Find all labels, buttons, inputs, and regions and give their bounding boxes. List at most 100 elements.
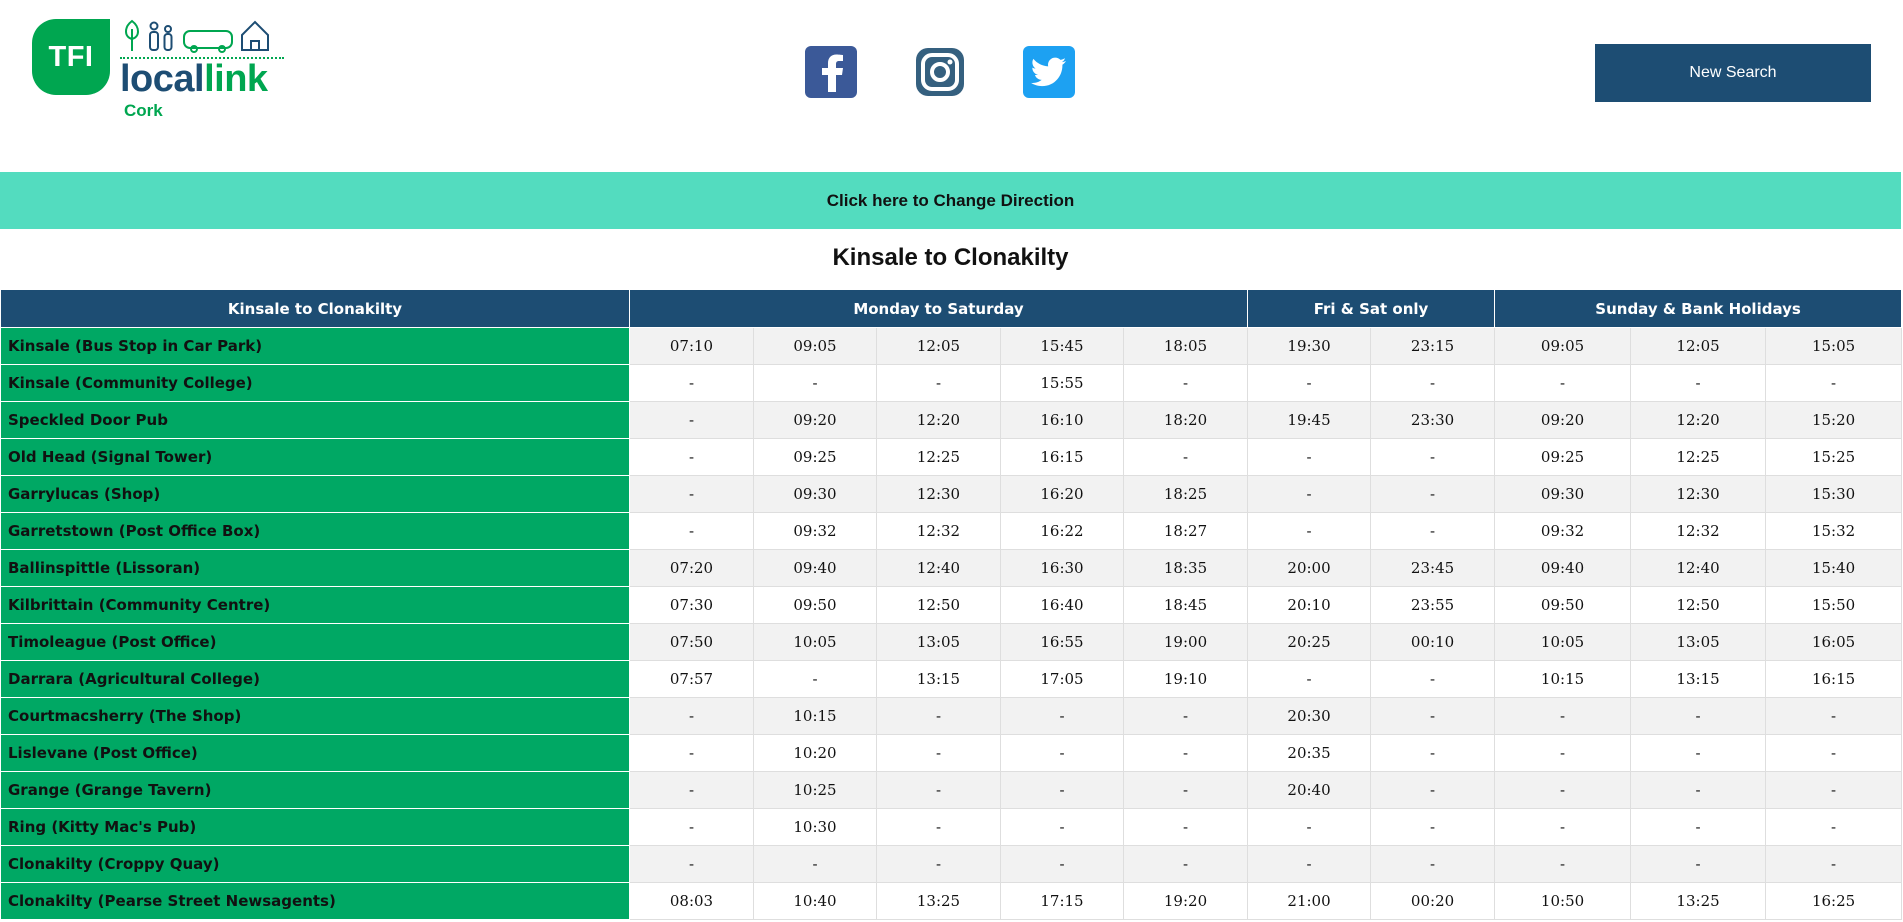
- departure-time: 12:20: [1630, 401, 1767, 439]
- route-title: Kinsale to Clonakilty: [832, 244, 1069, 271]
- stop-name: Speckled Door Pub: [0, 401, 630, 439]
- departure-time: -: [1370, 438, 1496, 476]
- departure-time: 16:05: [1765, 623, 1903, 661]
- departure-time: -: [876, 845, 1001, 883]
- departure-time: -: [753, 364, 877, 402]
- departure-time: 09:05: [753, 327, 877, 365]
- departure-time: -: [1494, 845, 1632, 883]
- departure-time: -: [1765, 734, 1903, 772]
- table-row: Kinsale (Community College) - - -15:55- - - - -…: [0, 364, 1903, 402]
- departure-time: 18:25: [1122, 475, 1249, 513]
- stop-name: Lislevane (Post Office): [0, 734, 630, 772]
- stop-name: Darrara (Agricultural College): [0, 660, 630, 698]
- departure-time: -: [629, 845, 754, 883]
- header-fri-sat-only: Fri & Sat only: [1247, 289, 1496, 328]
- departure-time: 07:20: [629, 549, 754, 587]
- departure-time: 10:25: [753, 771, 877, 809]
- departure-time: -: [1494, 808, 1632, 846]
- instagram-link[interactable]: [914, 46, 966, 98]
- departure-time: -: [1247, 438, 1372, 476]
- departure-time: 23:55: [1370, 586, 1496, 624]
- departure-time: -: [1494, 364, 1632, 402]
- departure-time: 20:35: [1247, 734, 1372, 772]
- departure-time: -: [1765, 845, 1903, 883]
- departure-time: 18:35: [1122, 549, 1249, 587]
- departure-time: -: [876, 364, 1001, 402]
- departure-time: 12:40: [1630, 549, 1767, 587]
- departure-time: 19:45: [1247, 401, 1372, 439]
- departure-time: 10:05: [753, 623, 877, 661]
- departure-time: -: [629, 364, 754, 402]
- table-row: Ballinspittle (Lissoran) 07:20 09:40 12:40 1…: [0, 549, 1903, 587]
- stop-name: Garrylucas (Shop): [0, 475, 630, 513]
- departure-time: 15:20: [1765, 401, 1903, 439]
- departure-time: -: [629, 808, 754, 846]
- departure-time: -: [629, 438, 754, 476]
- table-row: Timoleague (Post Office) 07:50 10:05 13:05 1…: [0, 623, 1903, 661]
- departure-time: 10:15: [753, 697, 877, 735]
- departure-time: 15:45: [1000, 327, 1124, 365]
- facebook-link[interactable]: [805, 46, 857, 98]
- departure-time: -: [876, 808, 1001, 846]
- departure-time: -: [1494, 734, 1632, 772]
- departure-time: 12:32: [876, 512, 1001, 550]
- departure-time: -: [1000, 808, 1124, 846]
- departure-time: 17:15: [1000, 882, 1124, 920]
- table-row: Kilbrittain (Community Centre) 07:30 09:50…: [0, 586, 1903, 624]
- departure-time: -: [1122, 438, 1249, 476]
- departure-time: 19:10: [1122, 660, 1249, 698]
- departure-time: 20:10: [1247, 586, 1372, 624]
- departure-time: -: [1765, 808, 1903, 846]
- departure-time: 16:10: [1000, 401, 1124, 439]
- departure-time: -: [753, 845, 877, 883]
- departure-time: -: [629, 512, 754, 550]
- new-search-button[interactable]: New Search: [1595, 44, 1871, 102]
- departure-time: -: [1765, 364, 1903, 402]
- stop-name: Courtmacsherry (The Shop): [0, 697, 630, 735]
- departure-time: -: [1370, 697, 1496, 735]
- departure-time: -: [1122, 771, 1249, 809]
- departure-time: 13:25: [876, 882, 1001, 920]
- departure-time: 12:30: [876, 475, 1001, 513]
- departure-time: 23:45: [1370, 549, 1496, 587]
- table-row: Grange (Grange Tavern) -10:25- - -20:40- - - -: [0, 771, 1903, 809]
- departure-time: -: [1122, 734, 1249, 772]
- change-direction-button[interactable]: Click here to Change Direction: [0, 172, 1901, 229]
- table-row: Speckled Door Pub -09:20 12:20 16:10 18:20 19…: [0, 401, 1903, 439]
- stop-name: Ring (Kitty Mac's Pub): [0, 808, 630, 846]
- departure-time: -: [629, 771, 754, 809]
- departure-time: -: [1247, 475, 1372, 513]
- stop-name: Clonakilty (Croppy Quay): [0, 845, 630, 883]
- tfi-local-link-logo[interactable]: TFI locallink Cork: [32, 17, 284, 127]
- departure-time: 16:25: [1765, 882, 1903, 920]
- twitter-link[interactable]: [1023, 46, 1075, 98]
- departure-time: -: [1000, 845, 1124, 883]
- departure-time: 19:20: [1122, 882, 1249, 920]
- departure-time: 00:20: [1370, 882, 1496, 920]
- departure-time: 09:30: [753, 475, 877, 513]
- departure-time: 23:30: [1370, 401, 1496, 439]
- departure-time: -: [1247, 512, 1372, 550]
- departure-time: -: [876, 734, 1001, 772]
- twitter-icon: [1031, 57, 1066, 87]
- logo-local-text: local: [120, 58, 205, 100]
- departure-time: -: [1000, 697, 1124, 735]
- departure-time: 18:27: [1122, 512, 1249, 550]
- stop-name: Kilbrittain (Community Centre): [0, 586, 630, 624]
- departure-time: 12:25: [1630, 438, 1767, 476]
- departure-time: 10:50: [1494, 882, 1632, 920]
- departure-time: 12:50: [876, 586, 1001, 624]
- table-row: Garrylucas (Shop) -09:30 12:30 16:20 18:25- -…: [0, 475, 1903, 513]
- departure-time: -: [1370, 512, 1496, 550]
- departure-time: 15:50: [1765, 586, 1903, 624]
- departure-time: 15:32: [1765, 512, 1903, 550]
- departure-time: 07:30: [629, 586, 754, 624]
- departure-time: 07:50: [629, 623, 754, 661]
- departure-time: 09:40: [1494, 549, 1632, 587]
- departure-time: -: [1370, 475, 1496, 513]
- departure-time: 10:40: [753, 882, 877, 920]
- table-row: Kinsale (Bus Stop in Car Park) 07:10 09:05…: [0, 327, 1903, 365]
- departure-time: -: [1370, 660, 1496, 698]
- header-route: Kinsale to Clonakilty: [0, 289, 630, 328]
- departure-time: 09:32: [753, 512, 877, 550]
